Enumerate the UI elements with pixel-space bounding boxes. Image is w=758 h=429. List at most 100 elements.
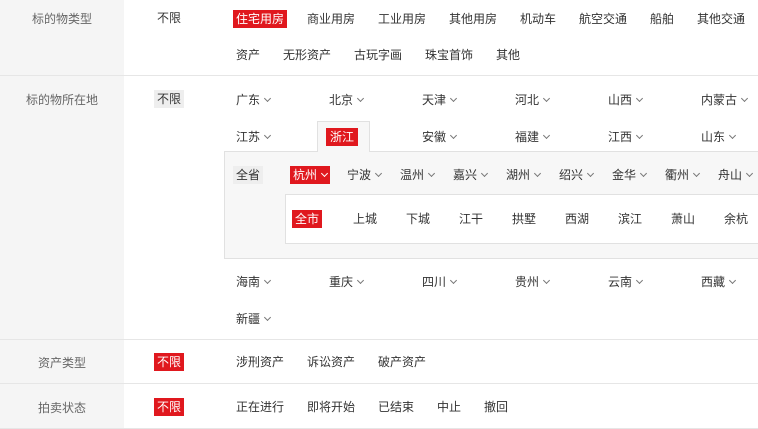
property-category-option[interactable]: 诉讼资产 (307, 353, 355, 371)
chevron-down-icon (427, 169, 436, 178)
province-option[interactable]: 安徽 (422, 128, 458, 146)
asset-type-option[interactable]: 住宅用房 (233, 10, 288, 28)
property-category-option[interactable]: 涉刑资产 (236, 353, 284, 371)
city-option[interactable]: 宁波 (347, 166, 383, 184)
auction-status-no-limit[interactable]: 不限 (154, 398, 185, 416)
city-option[interactable]: 温州 (400, 166, 436, 184)
district-option[interactable]: 拱墅 (512, 210, 536, 228)
province-option[interactable]: 江西 (608, 128, 644, 146)
province-option[interactable]: 山东 (701, 128, 737, 146)
province-option[interactable]: 四川 (422, 273, 458, 291)
province-option[interactable]: 海南 (236, 273, 272, 291)
auction-status-option[interactable]: 中止 (437, 398, 461, 416)
province-scope-all[interactable]: 全省 (233, 166, 264, 184)
asset-type-option[interactable]: 无形资产 (283, 46, 331, 64)
city-option[interactable]: 衢州 (665, 166, 701, 184)
district-option[interactable]: 江干 (459, 210, 483, 228)
asset-type-option[interactable]: 航空交通 (579, 10, 627, 28)
province-option[interactable]: 广东 (236, 91, 272, 109)
auction-status-option[interactable]: 撤回 (484, 398, 508, 416)
district-option[interactable]: 上城 (353, 210, 377, 228)
chevron-down-icon (542, 94, 551, 103)
province-option[interactable]: 贵州 (515, 273, 551, 291)
city-option[interactable]: 湖州 (506, 166, 542, 184)
city-option[interactable]: 绍兴 (559, 166, 595, 184)
chevron-down-icon (263, 131, 272, 140)
chevron-down-icon (374, 169, 383, 178)
asset-type-label: 标的物类型 (31, 12, 92, 26)
chevron-down-icon (635, 131, 644, 140)
district-option[interactable]: 滨江 (618, 210, 642, 228)
chevron-down-icon (639, 169, 648, 178)
province-option[interactable]: 北京 (329, 91, 365, 109)
property-category-no-limit[interactable]: 不限 (154, 353, 185, 371)
chevron-down-icon (263, 313, 272, 322)
province-option[interactable]: 西藏 (701, 273, 737, 291)
province-option[interactable]: 江苏 (236, 128, 272, 146)
chevron-down-icon (263, 94, 272, 103)
province-option[interactable]: 河北 (515, 91, 551, 109)
chevron-down-icon (320, 169, 329, 178)
property-category-label-cell: 资产类型 (0, 340, 124, 383)
district-option[interactable]: 余杭 (724, 210, 748, 228)
chevron-down-icon (542, 276, 551, 285)
asset-type-no-limit[interactable]: 不限 (157, 9, 181, 27)
asset-type-option[interactable]: 商业用房 (307, 10, 355, 28)
auction-status-option[interactable]: 即将开始 (307, 398, 355, 416)
asset-type-option[interactable]: 机动车 (520, 10, 556, 28)
chevron-down-icon (480, 169, 489, 178)
city-option-selected[interactable]: 杭州 (290, 166, 331, 184)
auction-status-option[interactable]: 已结束 (378, 398, 414, 416)
divider (0, 75, 758, 76)
asset-type-label-cell: 标的物类型 (0, 0, 124, 75)
chevron-down-icon (728, 276, 737, 285)
asset-type-option[interactable]: 其他 (496, 46, 520, 64)
auction-status-option[interactable]: 正在进行 (236, 398, 284, 416)
chevron-down-icon (635, 276, 644, 285)
province-option[interactable]: 云南 (608, 273, 644, 291)
chevron-down-icon (533, 169, 542, 178)
chevron-down-icon (542, 131, 551, 140)
asset-type-option[interactable]: 其他交通 (697, 10, 745, 28)
asset-type-option[interactable]: 船舶 (650, 10, 674, 28)
province-option[interactable]: 新疆 (236, 310, 272, 328)
chevron-down-icon (449, 131, 458, 140)
location-label: 标的物所在地 (25, 93, 98, 107)
asset-type-option[interactable]: 古玩字画 (354, 46, 402, 64)
chevron-down-icon (449, 276, 458, 285)
location-label-cell: 标的物所在地 (0, 76, 124, 339)
city-option[interactable]: 嘉兴 (453, 166, 489, 184)
divider (0, 339, 758, 340)
city-option[interactable]: 金华 (612, 166, 648, 184)
province-option[interactable]: 福建 (515, 128, 551, 146)
district-option[interactable]: 萧山 (671, 210, 695, 228)
chevron-down-icon (728, 131, 737, 140)
asset-type-option[interactable]: 珠宝首饰 (425, 46, 473, 64)
chevron-down-icon (263, 276, 272, 285)
chevron-down-icon (449, 94, 458, 103)
asset-type-option[interactable]: 工业用房 (378, 10, 426, 28)
property-category-label: 资产类型 (37, 356, 86, 370)
chevron-down-icon (356, 94, 365, 103)
chevron-down-icon (740, 94, 749, 103)
property-category-option[interactable]: 破产资产 (378, 353, 426, 371)
province-option-selected[interactable]: 浙江 (326, 128, 359, 146)
chevron-down-icon (586, 169, 595, 178)
asset-type-option[interactable]: 资产 (236, 46, 260, 64)
city-option[interactable]: 舟山 (718, 166, 754, 184)
district-option[interactable]: 下城 (406, 210, 430, 228)
province-option[interactable]: 天津 (422, 91, 458, 109)
auction-status-label: 拍卖状态 (37, 401, 86, 415)
auction-status-label-cell: 拍卖状态 (0, 384, 124, 429)
location-no-limit[interactable]: 不限 (154, 90, 185, 108)
province-option[interactable]: 重庆 (329, 273, 365, 291)
province-option[interactable]: 山西 (608, 91, 644, 109)
province-option[interactable]: 内蒙古 (701, 91, 749, 109)
asset-type-option[interactable]: 其他用房 (449, 10, 497, 28)
chevron-down-icon (692, 169, 701, 178)
chevron-down-icon (635, 94, 644, 103)
chevron-down-icon (745, 169, 754, 178)
district-scope-all[interactable]: 全市 (292, 210, 323, 228)
district-option[interactable]: 西湖 (565, 210, 589, 228)
divider (0, 383, 758, 384)
